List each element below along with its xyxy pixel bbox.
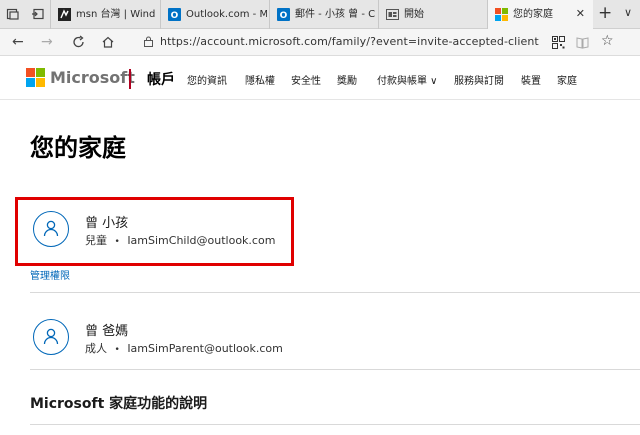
tab-your-family[interactable]: 您的家庭 ✕ [487,0,593,29]
svg-text:O: O [280,11,288,21]
nav-your-info[interactable]: 您的資訊 [187,72,227,87]
tab-list-chevron-icon[interactable]: ∨ [624,6,632,19]
msn-icon [58,8,71,21]
set-aside-tabs-icon[interactable] [31,7,45,21]
site-header: Microsoft 帳戶 您的資訊 隱私權 安全性 獎勵 付款與帳單 ∨ 服務與… [0,57,640,100]
manage-permissions-link[interactable]: 管理權限 [30,267,70,282]
header-divider [129,69,131,89]
home-icon[interactable] [101,35,115,49]
tab-msn[interactable]: msn 台灣 | Wind [50,0,158,29]
tab-title: 開始 [404,9,424,20]
family-member-card[interactable]: 曾 爸媽 成人 • IamSimParent@outlook.com [30,314,630,374]
tab-title: 郵件 - 小孩 曾 - C [295,9,376,20]
highlight-annotation-box [15,197,294,266]
svg-text:O: O [171,11,179,21]
tab-outlook[interactable]: O Outlook.com - M [160,0,267,29]
tab-title: Outlook.com - M [186,9,267,20]
nav-security[interactable]: 安全性 [291,72,321,87]
qr-code-icon[interactable] [552,36,565,49]
divider [30,369,640,370]
tab-preview-icon[interactable] [6,7,20,21]
microsoft-icon [495,8,508,21]
address-bar-url[interactable]: https://account.microsoft.com/family/?ev… [160,35,539,48]
start-page-icon [386,9,399,20]
refresh-icon[interactable] [72,35,86,49]
member-email: IamSimParent@outlook.com [127,342,283,355]
microsoft-logo-icon[interactable] [26,68,46,88]
new-tab-button[interactable]: + [598,3,612,23]
tab-start[interactable]: 開始 [378,0,485,29]
nav-payment-billing[interactable]: 付款與帳單 ∨ [377,72,438,87]
page-title: 您的家庭 [30,134,126,162]
divider [30,424,640,425]
divider [30,292,640,293]
close-tab-icon[interactable]: ✕ [576,7,585,20]
nav-privacy[interactable]: 隱私權 [245,72,275,87]
microsoft-brand[interactable]: Microsoft [50,68,135,87]
nav-devices[interactable]: 裝置 [521,72,541,87]
bullet-separator: • [114,345,120,355]
tab-mail[interactable]: O 郵件 - 小孩 曾 - C [269,0,376,29]
nav-rewards[interactable]: 獎勵 [337,72,357,87]
favorite-star-icon[interactable]: ☆ [601,33,614,49]
member-detail: 成人 • IamSimParent@outlook.com [85,340,283,356]
outlook-icon: O [168,8,181,21]
browser-tab-strip: msn 台灣 | Wind O Outlook.com - M O 郵件 - 小… [0,0,640,29]
user-avatar-icon [33,319,69,355]
outlook-icon: O [277,8,290,21]
lock-icon [144,36,153,47]
tab-title: msn 台灣 | Wind [76,9,156,20]
member-name: 曾 爸媽 [85,324,129,339]
nav-family[interactable]: 家庭 [557,72,577,87]
nav-services-subscriptions[interactable]: 服務與訂閱 [454,72,504,87]
help-heading: Microsoft 家庭功能的說明 [30,396,208,412]
account-title[interactable]: 帳戶 [147,69,175,89]
forward-arrow-icon[interactable]: → [41,34,53,50]
tab-title: 您的家庭 [513,9,553,20]
reading-view-icon[interactable] [576,36,589,49]
member-role: 成人 [85,342,107,355]
browser-toolbar: ← → https://account.microsoft.com/family… [0,29,640,56]
back-arrow-icon[interactable]: ← [12,34,24,50]
